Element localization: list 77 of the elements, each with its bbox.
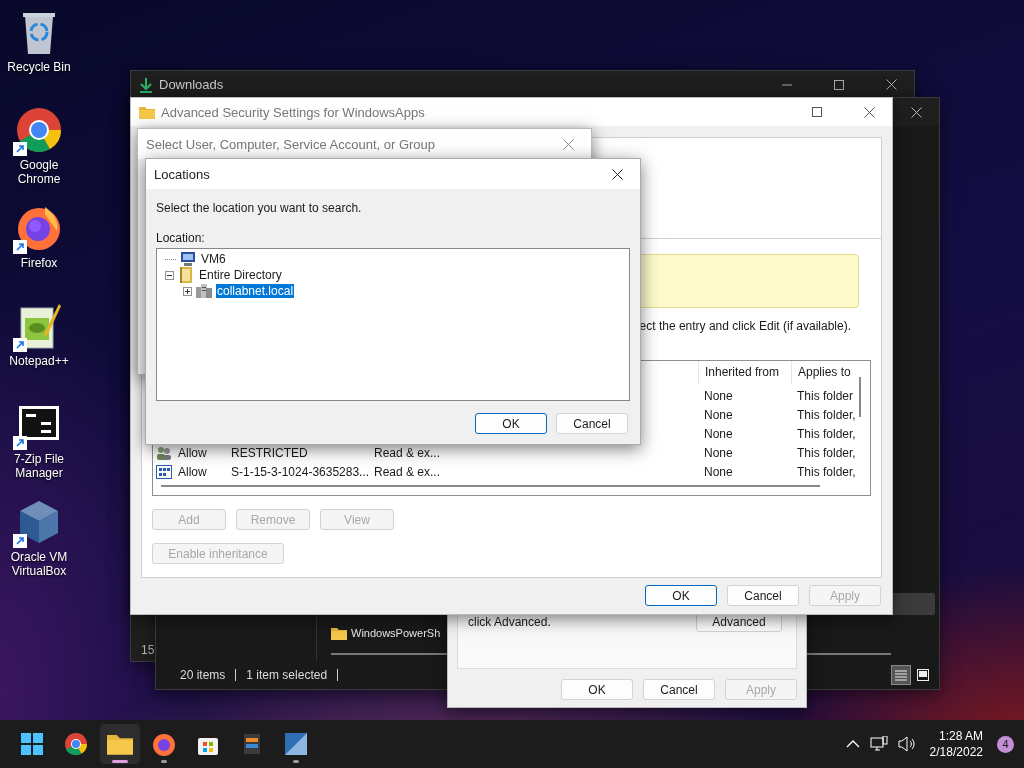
directory-icon: [178, 267, 194, 283]
dialog-button[interactable]: Cancel: [556, 413, 628, 434]
maximize-icon: [812, 107, 822, 117]
dialog-button[interactable]: OK: [561, 679, 633, 700]
table-cell: Allow: [178, 464, 207, 479]
package-icon: [156, 464, 172, 479]
file-count: 15: [141, 643, 155, 657]
network-icon[interactable]: [869, 736, 888, 752]
folder-icon: [107, 733, 133, 755]
window-title: Advanced Security Settings for WindowsApps: [161, 104, 426, 120]
notification-badge[interactable]: 4: [997, 735, 1014, 753]
desktop-icon-label[interactable]: Notepad++: [1, 354, 77, 368]
app-icon: [242, 732, 262, 756]
table-cell-text: RESTRICTED: [230, 445, 309, 460]
dialog-button[interactable]: OK: [475, 413, 547, 434]
windows-logo-icon: [21, 733, 43, 755]
table-cell-text: None: [703, 445, 734, 460]
window-title: Locations: [154, 166, 211, 182]
scrollbar: [859, 377, 861, 417]
file-name[interactable]: WindowsPowerSh: [351, 627, 441, 639]
table-cell: Allow: [178, 445, 207, 460]
table-cell-text: Read & ex...: [373, 464, 442, 479]
column-header[interactable]: Inherited from: [698, 361, 791, 384]
field-label: Location:: [156, 231, 206, 245]
server-icon: [196, 284, 212, 298]
table-cell-text: This folder,: [796, 407, 857, 422]
window-title: Downloads: [159, 77, 225, 92]
volume-icon[interactable]: [897, 736, 916, 752]
tree-item[interactable]: VM6: [200, 252, 227, 266]
close-icon: [910, 106, 922, 118]
folder-icon: [331, 626, 347, 640]
table-cell-text: Read & ex...: [373, 445, 442, 460]
desktop-icon-label[interactable]: 7-Zip File Manager: [1, 452, 77, 480]
desktop-icon-label[interactable]: Google Chrome: [1, 158, 77, 186]
table-cell-text: None: [703, 426, 734, 441]
close-icon: [863, 106, 875, 118]
status-text: 20 items: [170, 669, 237, 681]
dialog-button[interactable]: OK: [645, 585, 717, 606]
table-cell-text: This folder,: [796, 464, 857, 479]
firefox-icon: [15, 204, 63, 252]
tree-item[interactable]: Entire Directory: [198, 268, 283, 282]
collapse-icon[interactable]: [165, 270, 174, 280]
table-cell-text: S-1-15-3-1024-3635283...: [230, 464, 368, 479]
computer-icon: [180, 252, 196, 266]
dialog-button[interactable]: Cancel: [727, 585, 799, 606]
table-cell-text: This folder,: [796, 445, 857, 460]
close-icon: [562, 138, 574, 150]
prompt-text: Select the location you want to search.: [156, 201, 363, 215]
chevron-up-icon[interactable]: [845, 739, 860, 749]
tile-icon: [917, 669, 929, 681]
users-icon: [156, 445, 172, 460]
table-cell-text: None: [703, 388, 734, 403]
desktop-icon-label[interactable]: Oracle VM VirtualBox: [1, 550, 77, 578]
chrome-icon: [15, 106, 63, 154]
expand-icon[interactable]: [183, 286, 192, 296]
taskbar-app-button[interactable]: [100, 724, 140, 764]
dialog-button[interactable]: Cancel: [643, 679, 715, 700]
table-cell-text: This folder,: [796, 426, 857, 441]
close-icon: [885, 79, 897, 90]
chrome-icon: [64, 732, 88, 756]
firefox-icon: [152, 732, 176, 756]
window-title: Select User, Computer, Service Account, or Group: [146, 136, 437, 152]
clock[interactable]: 1:28 AM 2/18/2022: [929, 728, 983, 760]
table-cell-text: None: [703, 407, 734, 422]
download-icon: [139, 76, 153, 93]
app-icon: [284, 732, 308, 756]
tree-item[interactable]: collabnet.local: [216, 284, 295, 298]
folder-icon: [139, 105, 155, 119]
close-icon: [611, 168, 623, 180]
table-cell-text: None: [703, 464, 734, 479]
status-text: 1 item selected: [236, 669, 339, 681]
maximize-icon: [834, 79, 844, 90]
desktop-icon-label[interactable]: Firefox: [1, 256, 77, 270]
list-icon: [895, 669, 907, 681]
desktop-icon-label[interactable]: Recycle Bin: [1, 60, 77, 74]
table-cell-text: This folder: [796, 388, 855, 403]
hint-text: click Advanced.: [468, 615, 551, 629]
